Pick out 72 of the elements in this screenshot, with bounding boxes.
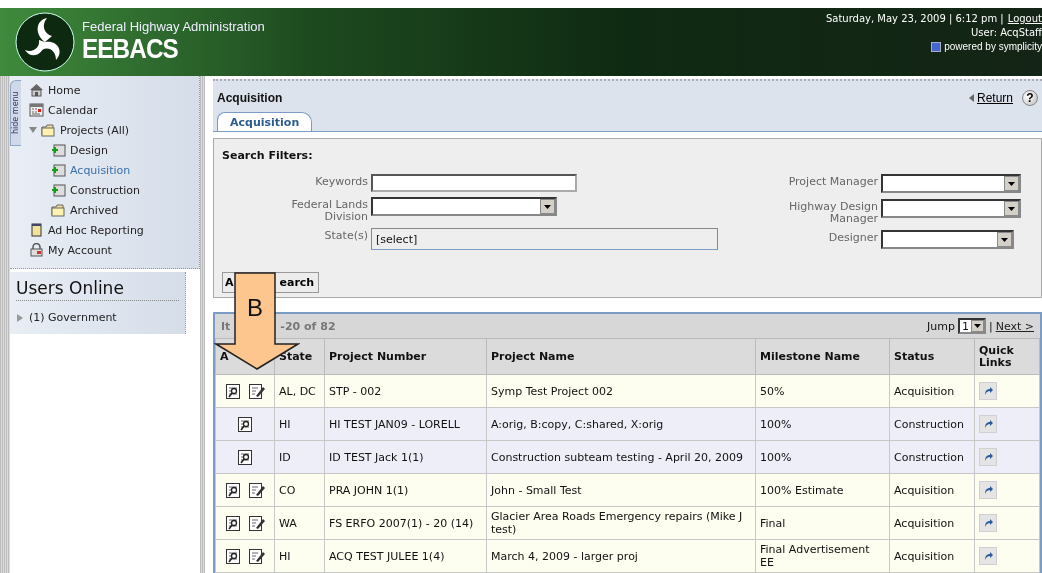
nav-item[interactable]: Projects (All) <box>29 120 144 140</box>
table-cell: STP - 002 <box>324 374 487 408</box>
table-cell: Symp Test Project 002 <box>486 374 756 408</box>
table-cell: ID <box>274 440 325 474</box>
user-label: User: AcqStaff <box>971 26 1042 40</box>
table-cell: Acquisition <box>889 539 975 573</box>
table-cell: FS ERFO 2007(1) - 20 (14) <box>324 506 487 540</box>
table-cell: 100% Estimate <box>755 473 890 507</box>
table-cell: 100% <box>755 440 890 474</box>
table-cell: Acquisition <box>889 473 975 507</box>
column-header: Status <box>889 338 975 375</box>
table-cell: HI TEST JAN09 - LORELL <box>324 407 487 441</box>
logout-link[interactable]: Logout <box>1007 12 1042 26</box>
table-cell: HI <box>274 407 325 441</box>
table-cell: John - Small Test <box>486 473 756 507</box>
field-label: Highway Design Manager <box>788 198 878 225</box>
hide-menu-tab[interactable]: hide menu <box>10 80 21 146</box>
table-cell: 50% <box>755 374 890 408</box>
agency-name: Federal Highway Administration <box>82 19 265 34</box>
field-label: State(s) <box>323 228 368 242</box>
item-range: It <box>221 319 231 333</box>
separator: | <box>988 319 993 333</box>
table-cell: Construction subteam testing - April 20, 2009 <box>486 440 756 474</box>
nav-item[interactable]: Calendar <box>29 100 144 120</box>
table-cell: Acquisition <box>889 374 975 408</box>
table-cell: Acquisition <box>889 506 975 540</box>
table-cell: AL, DC <box>274 374 325 408</box>
return-link[interactable]: Return <box>976 91 1013 105</box>
field-label: Keywords <box>314 174 368 188</box>
table-cell: Final Advertisement EE <box>755 539 890 573</box>
panel-title: Users Online <box>16 278 179 301</box>
page-title: Acquisition <box>217 91 283 105</box>
callout-label: B <box>246 294 264 322</box>
table-cell: WA <box>274 506 325 540</box>
state-picker[interactable]: [select] <box>371 228 718 250</box>
table-cell: Final <box>755 506 890 540</box>
nav-item[interactable]: Design <box>51 140 144 160</box>
table-cell: CO <box>274 473 325 507</box>
page-dropdown[interactable]: 1 <box>957 318 986 334</box>
help-button[interactable]: ? <box>1022 90 1038 106</box>
users-group[interactable]: (1) Government <box>16 311 179 324</box>
item-range: -20 of 82 <box>280 319 336 333</box>
nav-item[interactable]: Ad Hoc Reporting <box>29 220 144 240</box>
column-header: Quick Links <box>974 338 1040 375</box>
column-header: Project Name <box>486 338 756 375</box>
field-label: Project Manager <box>787 174 878 188</box>
table-cell: Construction <box>889 440 975 474</box>
app-name: EEBACS <box>82 34 179 65</box>
table-cell: Construction <box>889 407 975 441</box>
jump-label: Jump <box>927 319 955 333</box>
column-header: Project Number <box>324 338 487 375</box>
field-label: Designer <box>827 230 878 245</box>
nav-item[interactable]: Archived <box>51 200 144 220</box>
nav-item[interactable]: Acquisition <box>51 160 144 180</box>
nav-item[interactable]: Construction <box>51 180 144 200</box>
date-time: Saturday, May 23, 2009 | 6:12 pm | <box>825 12 1004 26</box>
nav-item[interactable]: Home <box>29 80 144 100</box>
section-title: Search Filters: <box>222 149 314 162</box>
table-cell: HI <box>274 539 325 573</box>
table-cell: A:orig, B:copy, C:shared, X:orig <box>486 407 756 441</box>
table-cell: March 4, 2009 - larger proj <box>486 539 756 573</box>
next-link[interactable]: Next > <box>995 319 1034 333</box>
field-label: Federal Lands Division <box>290 197 368 223</box>
table-cell: ID TEST Jack 1(1) <box>324 440 487 474</box>
powered-by-text: powered by symplicity <box>944 40 1042 54</box>
table-cell: ACQ TEST JULEE 1(4) <box>324 539 487 573</box>
column-header: Milestone Name <box>755 338 890 375</box>
table-cell: PRA JOHN 1(1) <box>324 473 487 507</box>
table-cell: 100% <box>755 407 890 441</box>
tab[interactable]: Acquisition <box>217 112 313 131</box>
nav-item[interactable]: My Account <box>29 240 144 260</box>
table-cell: Glacier Area Roads Emergency repairs (Mike J test) <box>486 506 756 540</box>
